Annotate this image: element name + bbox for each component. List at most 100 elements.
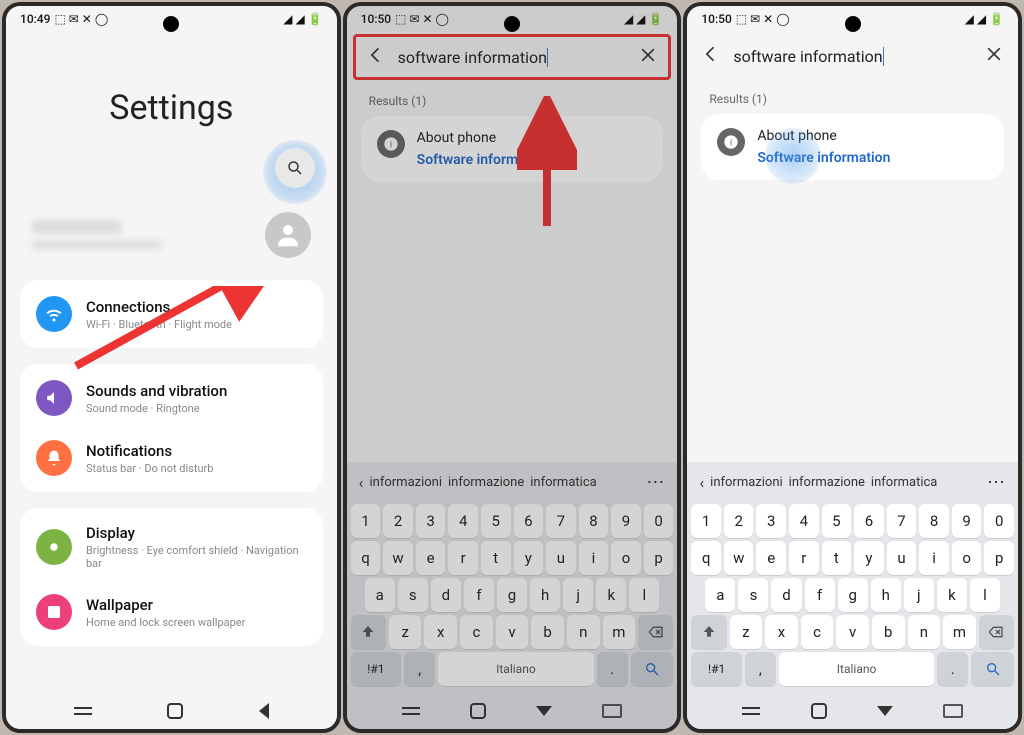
key-j[interactable]: j [904, 578, 934, 612]
key-u[interactable]: u [546, 541, 576, 575]
comma-key[interactable]: , [404, 652, 435, 686]
key-c[interactable]: c [460, 615, 493, 649]
key-g[interactable]: g [838, 578, 868, 612]
key-w[interactable]: w [724, 541, 754, 575]
key-k[interactable]: k [596, 578, 626, 612]
key-n[interactable]: n [908, 615, 941, 649]
nav-keyboard-down[interactable] [877, 706, 893, 716]
key-7[interactable]: 7 [887, 504, 917, 538]
key-4[interactable]: 4 [789, 504, 819, 538]
key-q[interactable]: q [691, 541, 721, 575]
key-a[interactable]: a [365, 578, 395, 612]
shift-key[interactable] [351, 615, 386, 649]
key-k[interactable]: k [937, 578, 967, 612]
profile-card[interactable] [6, 198, 337, 272]
period-key[interactable]: . [937, 652, 968, 686]
key-h[interactable]: h [530, 578, 560, 612]
space-key[interactable]: Italiano [438, 652, 593, 686]
symbols-key[interactable]: !#1 [691, 652, 741, 686]
key-b[interactable]: b [872, 615, 905, 649]
search-button[interactable] [275, 148, 315, 188]
key-o[interactable]: o [952, 541, 982, 575]
key-6[interactable]: 6 [854, 504, 884, 538]
key-r[interactable]: r [789, 541, 819, 575]
key-s[interactable]: s [398, 578, 428, 612]
key-d[interactable]: d [771, 578, 801, 612]
nav-recent[interactable] [742, 707, 760, 715]
result-match[interactable]: Software information [417, 152, 550, 168]
nav-keyboard-switch[interactable] [602, 704, 622, 718]
setting-sounds[interactable]: Sounds and vibrationSound mode · Rington… [20, 368, 323, 428]
nav-recent[interactable] [402, 707, 420, 715]
period-key[interactable]: . [597, 652, 628, 686]
key-5[interactable]: 5 [822, 504, 852, 538]
key-x[interactable]: x [424, 615, 457, 649]
setting-connections[interactable]: ConnectionsWi-Fi · Bluetooth · Flight mo… [20, 284, 323, 344]
nav-home[interactable] [470, 703, 486, 719]
key-8[interactable]: 8 [579, 504, 609, 538]
key-x[interactable]: x [765, 615, 798, 649]
key-f[interactable]: f [464, 578, 494, 612]
key-y[interactable]: y [854, 541, 884, 575]
key-8[interactable]: 8 [919, 504, 949, 538]
key-f[interactable]: f [805, 578, 835, 612]
key-a[interactable]: a [705, 578, 735, 612]
key-9[interactable]: 9 [611, 504, 641, 538]
key-l[interactable]: l [629, 578, 659, 612]
key-l[interactable]: l [970, 578, 1000, 612]
space-key[interactable]: Italiano [779, 652, 934, 686]
key-b[interactable]: b [531, 615, 564, 649]
key-2[interactable]: 2 [724, 504, 754, 538]
key-y[interactable]: y [514, 541, 544, 575]
key-w[interactable]: w [383, 541, 413, 575]
key-v[interactable]: v [836, 615, 869, 649]
key-s[interactable]: s [738, 578, 768, 612]
key-q[interactable]: q [351, 541, 381, 575]
key-0[interactable]: 0 [644, 504, 674, 538]
setting-wallpaper[interactable]: WallpaperHome and lock screen wallpaper [20, 582, 323, 642]
clear-button[interactable] [638, 45, 658, 69]
key-4[interactable]: 4 [448, 504, 478, 538]
key-j[interactable]: j [563, 578, 593, 612]
clear-button[interactable] [984, 44, 1004, 68]
prediction-bar[interactable]: ‹ informazioni informazione informatica … [351, 468, 674, 501]
key-p[interactable]: p [644, 541, 674, 575]
key-6[interactable]: 6 [514, 504, 544, 538]
chevron-left-icon[interactable]: ‹ [699, 473, 704, 492]
key-7[interactable]: 7 [546, 504, 576, 538]
key-2[interactable]: 2 [383, 504, 413, 538]
back-button[interactable] [701, 44, 721, 68]
key-i[interactable]: i [579, 541, 609, 575]
key-i[interactable]: i [919, 541, 949, 575]
backspace-key[interactable] [979, 615, 1014, 649]
keyboard[interactable]: ‹ informazioni informazione informatica … [347, 462, 678, 693]
search-bar[interactable]: software information [353, 34, 672, 80]
key-e[interactable]: e [416, 541, 446, 575]
nav-home[interactable] [811, 703, 827, 719]
back-button[interactable] [366, 45, 386, 69]
nav-keyboard-switch[interactable] [943, 704, 963, 718]
search-input[interactable]: software information [398, 48, 627, 67]
result-item[interactable]: i About phone Software information [361, 116, 664, 182]
shift-key[interactable] [691, 615, 726, 649]
key-t[interactable]: t [822, 541, 852, 575]
search-bar[interactable]: software information [687, 34, 1018, 78]
result-item[interactable]: i About phone Software information [701, 114, 1004, 180]
key-m[interactable]: m [603, 615, 636, 649]
key-3[interactable]: 3 [756, 504, 786, 538]
search-key[interactable] [631, 652, 674, 686]
more-icon[interactable]: ⋯ [646, 472, 665, 493]
setting-display[interactable]: DisplayBrightness · Eye comfort shield ·… [20, 512, 323, 582]
key-t[interactable]: t [481, 541, 511, 575]
key-r[interactable]: r [448, 541, 478, 575]
search-key[interactable] [971, 652, 1014, 686]
backspace-key[interactable] [638, 615, 673, 649]
key-z[interactable]: z [389, 615, 422, 649]
nav-back[interactable] [259, 703, 269, 719]
key-z[interactable]: z [730, 615, 763, 649]
key-o[interactable]: o [611, 541, 641, 575]
more-icon[interactable]: ⋯ [987, 472, 1006, 493]
key-d[interactable]: d [431, 578, 461, 612]
key-0[interactable]: 0 [984, 504, 1014, 538]
key-5[interactable]: 5 [481, 504, 511, 538]
